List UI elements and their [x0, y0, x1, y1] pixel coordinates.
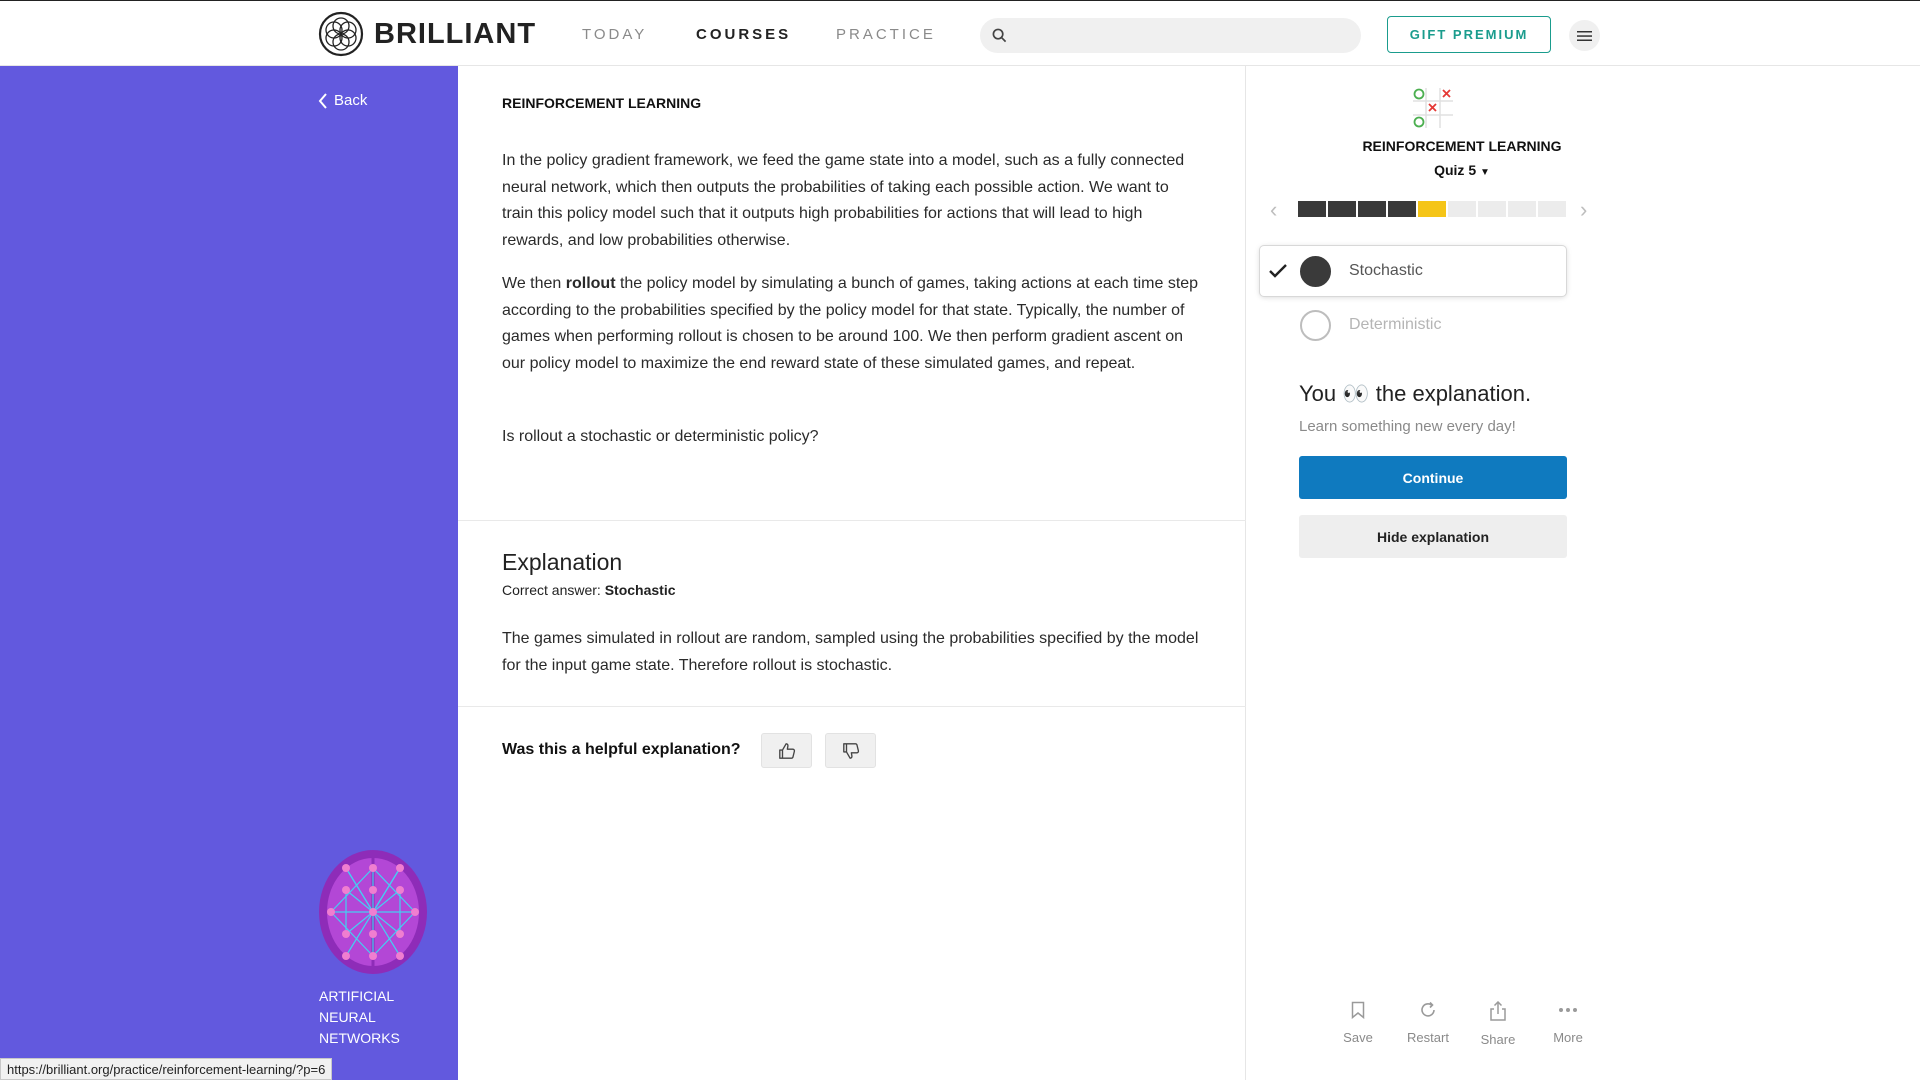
caret-down-icon: ▼	[1480, 167, 1490, 178]
problem-paragraph-2: We then rollout the policy model by simu…	[502, 271, 1202, 377]
answer-option-stochastic[interactable]: Stochastic	[1260, 246, 1566, 296]
brilliant-logo[interactable]: BRILLIANT	[318, 11, 536, 57]
progress-segment	[1448, 201, 1476, 217]
thumbs-down-icon	[842, 742, 859, 759]
nav-today[interactable]: TODAY	[582, 26, 647, 43]
thumbs-up-icon	[778, 742, 795, 759]
rollout-term: rollout	[565, 275, 616, 292]
brilliant-logo-icon	[318, 11, 364, 57]
logo-text: BRILLIANT	[374, 17, 537, 50]
radio-empty-icon	[1300, 309, 1331, 341]
answer-option-label: Stochastic	[1349, 262, 1423, 279]
save-label: Save	[1343, 1030, 1373, 1045]
continue-button[interactable]: Continue	[1299, 456, 1567, 499]
quiz-course-title: REINFORCEMENT LEARNING	[1362, 138, 1562, 154]
problem-paragraph-1: In the policy gradient framework, we fee…	[502, 152, 1185, 249]
quiz-progress-bar	[1298, 201, 1566, 217]
previous-problem-arrow[interactable]: ‹	[1270, 197, 1277, 223]
restart-icon	[1421, 1001, 1435, 1017]
back-label: Back	[334, 92, 368, 109]
quiz-selector-label: Quiz 5	[1434, 162, 1477, 178]
hamburger-icon	[1577, 30, 1592, 41]
more-dots-icon	[1559, 1008, 1577, 1012]
result-message: You 👀 the explanation.	[1299, 381, 1531, 407]
correct-answer-prefix: Correct answer:	[502, 582, 605, 598]
next-problem-arrow[interactable]: ›	[1580, 197, 1587, 223]
share-button[interactable]: Share	[1468, 1000, 1528, 1047]
progress-segment	[1388, 201, 1416, 217]
more-label: More	[1553, 1030, 1583, 1045]
helpful-prompt: Was this a helpful explanation?	[502, 741, 741, 758]
eyes-emoji: 👀	[1342, 381, 1370, 406]
section-divider	[458, 520, 1246, 521]
progress-segment	[1478, 201, 1506, 217]
progress-segment	[1538, 201, 1566, 217]
search-icon	[992, 28, 1007, 43]
thumbs-down-button[interactable]	[825, 733, 876, 768]
course-name-label[interactable]: ARTIFICIAL NEURAL NETWORKS	[319, 986, 419, 1049]
progress-segment	[1328, 201, 1356, 217]
answer-option-deterministic[interactable]: Deterministic	[1260, 300, 1566, 350]
more-button[interactable]: More	[1538, 1001, 1598, 1045]
problem-question: Is rollout a stochastic or deterministic…	[502, 428, 819, 445]
search-input[interactable]	[980, 18, 1361, 53]
link-preview-status-bar: https://brilliant.org/practice/reinforce…	[0, 1058, 333, 1080]
paragraph-2-intro: We then	[502, 275, 566, 292]
explanation-text: The games simulated in rollout are rando…	[502, 630, 1199, 674]
radio-filled-icon	[1300, 255, 1331, 287]
share-label: Share	[1480, 1032, 1516, 1047]
result-tagline: Learn something new every day!	[1299, 418, 1516, 435]
nav-practice[interactable]: PRACTICE	[836, 26, 936, 43]
explanation-title: Explanation	[502, 549, 623, 575]
hamburger-menu-button[interactable]	[1569, 20, 1600, 51]
restart-label: Restart	[1407, 1030, 1449, 1045]
course-sidebar: Back ARTIFICIAL NEURAL NETWORKS	[0, 66, 458, 1080]
correct-answer-value: Stochastic	[604, 582, 676, 598]
progress-segment	[1298, 201, 1326, 217]
share-icon	[1490, 1000, 1506, 1021]
section-divider	[458, 706, 1246, 707]
problem-section-label: REINFORCEMENT LEARNING	[502, 95, 702, 111]
answer-option-label: Deterministic	[1349, 316, 1442, 333]
back-link[interactable]: Back	[318, 92, 367, 109]
result-suffix: the explanation.	[1369, 381, 1532, 406]
save-button[interactable]: Save	[1328, 1001, 1388, 1045]
neural-network-brain-illustration[interactable]	[316, 846, 430, 978]
bookmark-icon	[1351, 1001, 1365, 1020]
result-prefix: You	[1299, 381, 1343, 406]
tic-tac-toe-icon	[1413, 88, 1453, 128]
top-navigation-bar: BRILLIANT TODAY COURSES PRACTICE GIFT PR…	[0, 0, 1920, 66]
chevron-left-icon	[318, 92, 327, 109]
progress-segment	[1418, 201, 1446, 217]
nav-courses[interactable]: COURSES	[696, 26, 791, 43]
thumbs-up-button[interactable]	[761, 733, 812, 768]
restart-button[interactable]: Restart	[1398, 1001, 1458, 1045]
problem-content: REINFORCEMENT LEARNING In the policy gra…	[458, 66, 1246, 1080]
hide-explanation-button[interactable]: Hide explanation	[1299, 515, 1567, 558]
quiz-panel: REINFORCEMENT LEARNING Quiz 5 ▼ ‹ › Stoc…	[1246, 66, 1920, 1080]
correct-answer-line: Correct answer: Stochastic	[502, 582, 676, 598]
progress-segment	[1508, 201, 1536, 217]
checkmark-icon	[1260, 264, 1296, 278]
quiz-selector[interactable]: Quiz 5 ▼	[1330, 162, 1594, 178]
progress-segment	[1358, 201, 1386, 217]
gift-premium-button[interactable]: GIFT PREMIUM	[1387, 16, 1551, 53]
